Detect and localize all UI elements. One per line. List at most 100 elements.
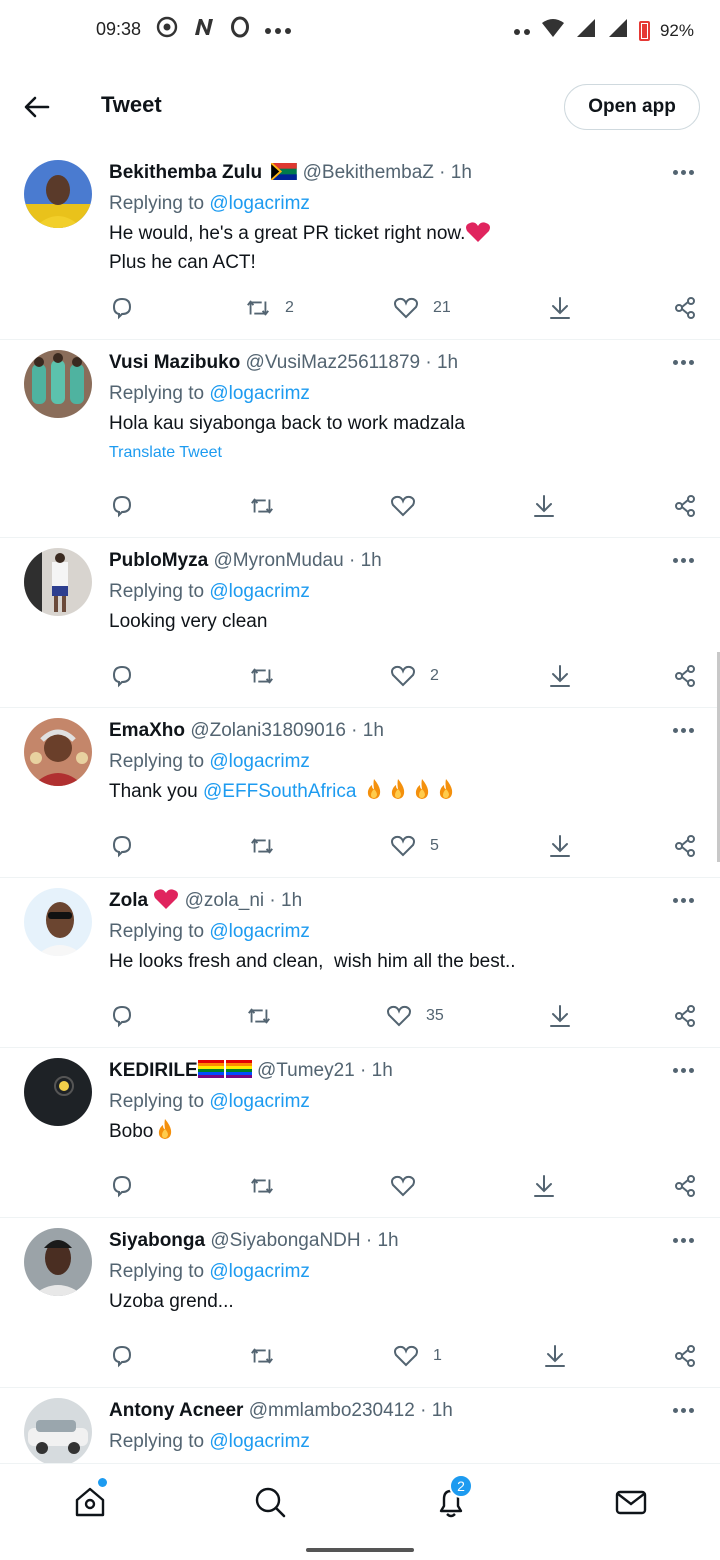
- user-name[interactable]: Vusi Mazibuko: [109, 352, 240, 373]
- user-name[interactable]: PubloMyza: [109, 550, 208, 571]
- user-handle[interactable]: @Tumey21 · 1h: [257, 1060, 393, 1081]
- fire-emoji-icon: [391, 779, 404, 799]
- more-options-icon[interactable]: [670, 722, 696, 738]
- retweet-button[interactable]: [249, 1336, 275, 1376]
- replying-to: Replying to @logacrimz: [109, 1429, 660, 1455]
- user-name[interactable]: Antony Acneer: [109, 1400, 243, 1421]
- like-button[interactable]: 35: [386, 996, 444, 1036]
- user-handle[interactable]: @Zolani31809016 · 1h: [190, 720, 384, 741]
- avatar[interactable]: [24, 1398, 92, 1466]
- avatar[interactable]: [24, 160, 92, 228]
- user-name[interactable]: KEDIRILE: [109, 1060, 198, 1081]
- user-handle[interactable]: @zola_ni · 1h: [185, 890, 303, 911]
- download-button[interactable]: [547, 288, 573, 328]
- reply-mention-link[interactable]: @logacrimz: [209, 751, 310, 772]
- reply-mention-link[interactable]: @logacrimz: [209, 1261, 310, 1282]
- share-button[interactable]: [672, 1336, 698, 1376]
- download-button[interactable]: [547, 826, 573, 866]
- like-button[interactable]: 5: [390, 826, 439, 866]
- nav-notifications[interactable]: 2: [431, 1474, 473, 1522]
- tweet-item[interactable]: EmaXho @Zolani31809016 · 1h Replying to …: [0, 708, 720, 878]
- reply-mention-link[interactable]: @logacrimz: [209, 921, 310, 942]
- more-options-icon[interactable]: [670, 164, 696, 180]
- download-button[interactable]: [542, 1336, 568, 1376]
- avatar[interactable]: [24, 718, 92, 786]
- like-button[interactable]: [390, 1166, 416, 1206]
- retweet-button[interactable]: [249, 486, 275, 526]
- more-options-icon[interactable]: [670, 1232, 696, 1248]
- user-handle[interactable]: @BekithembaZ · 1h: [303, 162, 472, 183]
- tweet-text: He looks fresh and clean, wish him all t…: [109, 951, 516, 972]
- tweet-item[interactable]: Vusi Mazibuko @VusiMaz25611879 · 1h Repl…: [0, 340, 720, 538]
- reply-mention-link[interactable]: @logacrimz: [209, 1431, 310, 1452]
- share-button[interactable]: [672, 486, 698, 526]
- reply-mention-link[interactable]: @logacrimz: [209, 1091, 310, 1112]
- nav-search[interactable]: [250, 1482, 290, 1522]
- share-button[interactable]: [672, 1166, 698, 1206]
- rainbow-flag-icon: [225, 1060, 252, 1078]
- notifications-badge: 2: [449, 1474, 473, 1498]
- tweet-header: PubloMyza @MyronMudau · 1h: [109, 548, 660, 574]
- back-button[interactable]: [20, 90, 54, 124]
- reply-mention-link[interactable]: @logacrimz: [209, 581, 310, 602]
- avatar[interactable]: [24, 888, 92, 956]
- user-name[interactable]: Bekithemba Zulu: [109, 162, 262, 183]
- tweet-item[interactable]: Siyabonga @SiyabongaNDH · 1h Replying to…: [0, 1218, 720, 1388]
- retweet-button[interactable]: [249, 826, 275, 866]
- retweet-button[interactable]: 2: [245, 288, 294, 328]
- avatar[interactable]: [24, 350, 92, 418]
- reply-button[interactable]: [109, 1336, 135, 1376]
- more-options-icon[interactable]: [670, 552, 696, 568]
- tweet-item[interactable]: Bekithemba Zulu @BekithembaZ · 1h Replyi…: [0, 150, 720, 340]
- reply-button[interactable]: [109, 826, 135, 866]
- open-app-button[interactable]: Open app: [564, 84, 700, 130]
- more-options-icon[interactable]: [670, 354, 696, 370]
- retweet-button[interactable]: [249, 1166, 275, 1206]
- gesture-bar[interactable]: [306, 1548, 414, 1552]
- avatar[interactable]: [24, 1228, 92, 1296]
- user-name[interactable]: EmaXho: [109, 720, 185, 741]
- user-handle[interactable]: @VusiMaz25611879 · 1h: [246, 352, 459, 373]
- user-handle[interactable]: @MyronMudau · 1h: [214, 550, 382, 571]
- more-options-icon[interactable]: [670, 1402, 696, 1418]
- retweet-button[interactable]: [246, 996, 272, 1036]
- share-button[interactable]: [672, 996, 698, 1036]
- user-handle[interactable]: @mmlambo230412 · 1h: [249, 1400, 453, 1421]
- reply-mention-link[interactable]: @logacrimz: [209, 193, 310, 214]
- more-options-icon[interactable]: [670, 1062, 696, 1078]
- reply-button[interactable]: [109, 656, 135, 696]
- share-button[interactable]: [672, 826, 698, 866]
- share-button[interactable]: [672, 656, 698, 696]
- translate-tweet-link[interactable]: Translate Tweet: [109, 444, 660, 462]
- download-button[interactable]: [547, 656, 573, 696]
- tweet-item[interactable]: Antony Acneer @mmlambo230412 · 1h Replyi…: [0, 1388, 720, 1468]
- tweet-item[interactable]: PubloMyza @MyronMudau · 1h Replying to @…: [0, 538, 720, 708]
- nav-home[interactable]: [70, 1478, 110, 1522]
- retweet-button[interactable]: [249, 656, 275, 696]
- more-options-icon[interactable]: [670, 892, 696, 908]
- reply-mention-link[interactable]: @logacrimz: [209, 383, 310, 404]
- share-icon: [672, 663, 698, 689]
- user-handle[interactable]: @SiyabongaNDH · 1h: [210, 1230, 398, 1251]
- mention-link[interactable]: @EFFSouthAfrica: [203, 781, 356, 802]
- avatar[interactable]: [24, 548, 92, 616]
- avatar[interactable]: [24, 1058, 92, 1126]
- reply-button[interactable]: [109, 288, 135, 328]
- like-button[interactable]: 2: [390, 656, 439, 696]
- like-button[interactable]: 21: [393, 288, 451, 328]
- download-button[interactable]: [531, 1166, 557, 1206]
- user-name[interactable]: Siyabonga: [109, 1230, 205, 1251]
- nav-messages[interactable]: [611, 1482, 651, 1522]
- like-button[interactable]: [390, 486, 416, 526]
- download-button[interactable]: [547, 996, 573, 1036]
- like-button[interactable]: 1: [393, 1336, 442, 1376]
- reply-button[interactable]: [109, 996, 135, 1036]
- tweet-item[interactable]: KEDIRILE @Tumey21 · 1h Replying to @loga…: [0, 1048, 720, 1218]
- download-button[interactable]: [531, 486, 557, 526]
- reply-button[interactable]: [109, 486, 135, 526]
- share-button[interactable]: [672, 288, 698, 328]
- replying-label: Replying to: [109, 1431, 205, 1452]
- reply-button[interactable]: [109, 1166, 135, 1206]
- user-name[interactable]: Zola: [109, 890, 148, 911]
- tweet-item[interactable]: Zola @zola_ni · 1h Replying to @logacrim…: [0, 878, 720, 1048]
